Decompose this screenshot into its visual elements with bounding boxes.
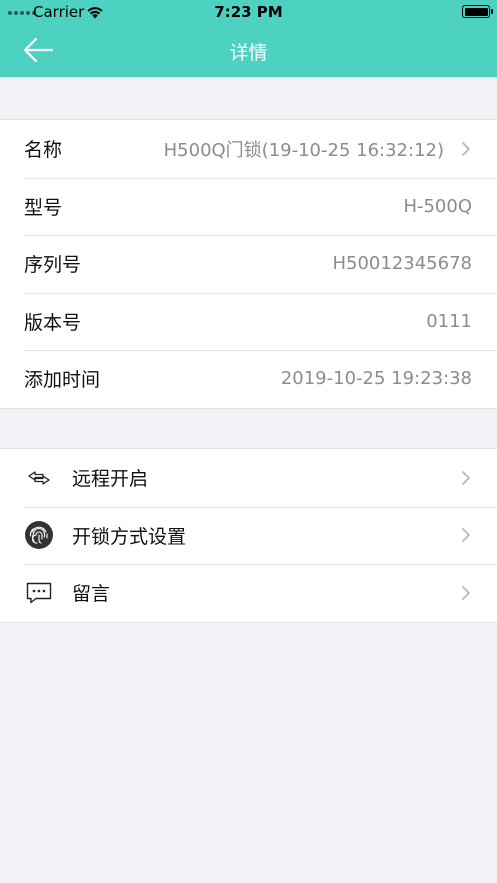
chevron-right-icon — [462, 585, 470, 600]
detail-value: H-500Q — [403, 195, 472, 217]
chevron-right-icon — [462, 470, 470, 485]
detail-label: 添加时间 — [24, 369, 101, 392]
detail-row-name[interactable]: 名称 H500Q门锁(19-10-25 16:32:12) — [0, 120, 497, 178]
nav-header: Carrier 7:23 PM 详情 — [0, 0, 497, 77]
detail-label: 名称 — [24, 139, 63, 162]
detail-row-version: 版本号 0111 — [0, 292, 497, 351]
fingerprint-icon — [24, 520, 54, 550]
action-unlock-settings[interactable]: 开锁方式设置 — [0, 506, 497, 565]
detail-label: 序列号 — [24, 254, 82, 277]
status-time: 7:23 PM — [214, 3, 283, 21]
battery-icon — [462, 5, 493, 18]
chevron-right-icon — [462, 141, 470, 156]
detail-row-serial: 序列号 H50012345678 — [0, 235, 497, 293]
detail-value: H500Q门锁(19-10-25 16:32:12) — [163, 139, 444, 161]
actions-list: 远程开启 开锁方式设置 留言 — [0, 448, 497, 623]
message-icon — [24, 578, 54, 608]
status-bar: Carrier 7:23 PM — [0, 0, 497, 24]
detail-value: 2019-10-25 19:23:38 — [280, 368, 472, 390]
detail-value: H50012345678 — [332, 253, 472, 275]
detail-row-added-time: 添加时间 2019-10-25 19:23:38 — [0, 350, 497, 408]
action-remote-open[interactable]: 远程开启 — [0, 449, 497, 507]
action-message[interactable]: 留言 — [0, 564, 497, 622]
action-label: 留言 — [72, 583, 111, 606]
action-label: 开锁方式设置 — [72, 525, 187, 548]
detail-label: 型号 — [24, 196, 63, 219]
details-list: 名称 H500Q门锁(19-10-25 16:32:12) 型号 H-500Q … — [0, 119, 497, 409]
page-title: 详情 — [229, 42, 268, 64]
detail-value: 0111 — [426, 310, 472, 332]
detail-label: 版本号 — [24, 311, 82, 334]
action-label: 远程开启 — [72, 468, 149, 491]
chevron-right-icon — [462, 528, 470, 543]
remote-arrows-icon — [24, 463, 54, 493]
detail-row-model: 型号 H-500Q — [0, 177, 497, 236]
